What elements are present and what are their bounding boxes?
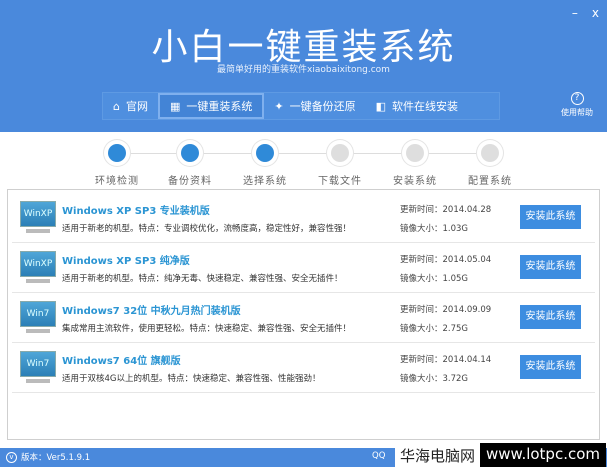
nav-backup[interactable]: ✦ 一键备份还原: [264, 93, 365, 119]
step-label: 安装系统: [393, 176, 437, 187]
bird-icon: ✦: [274, 99, 284, 113]
apps-icon: ◧: [375, 99, 387, 113]
image-size: 镜像大小：2.75G: [400, 324, 469, 334]
watermark-url: www.lotpc.com: [480, 443, 607, 467]
system-name[interactable]: Windows7 32位 中秋九月热门装机版: [62, 302, 241, 317]
watermark-text: 华海电脑网: [395, 443, 481, 467]
update-time: 更新时间：2014.04.14: [400, 355, 492, 365]
system-name[interactable]: Windows7 64位 旗舰版: [62, 352, 181, 367]
update-time: 更新时间：2014.04.28: [400, 205, 492, 215]
windows-icon: ▦: [169, 99, 181, 113]
system-row: Win7 Windows7 32位 中秋九月热门装机版 集成常用主流软件，使用更…: [12, 293, 595, 343]
step-label: 环境检测: [95, 176, 139, 187]
monitor-icon: WinXP: [20, 251, 56, 285]
image-size: 镜像大小：1.03G: [400, 224, 469, 234]
progress-steps: 环境检测 备份资料 选择系统 下载文件 安装系统 配置系统: [0, 140, 607, 188]
system-desc: 集成常用主流软件，使用更轻松。特点：快速稳定、兼容性强、安全无插件！: [62, 324, 352, 334]
qq-link[interactable]: QQ: [372, 451, 385, 461]
step-6: 配置系统: [460, 140, 520, 187]
system-desc: 适用于双核4G以上的机型。特点：快速稳定、兼容性强、性能强劲！: [62, 374, 321, 384]
nav-software[interactable]: ◧ 软件在线安装: [366, 93, 468, 119]
nav-home[interactable]: ⌂ 官网: [103, 93, 158, 119]
nav-reinstall[interactable]: ▦ 一键重装系统: [157, 93, 265, 119]
system-name[interactable]: Windows XP SP3 专业装机版: [62, 202, 210, 217]
home-icon: ⌂: [113, 99, 120, 113]
nav-label: 软件在线安装: [392, 100, 459, 113]
image-size: 镜像大小：1.05G: [400, 274, 469, 284]
system-desc: 适用于新老的机型。特点：纯净无毒、快速稳定、兼容性强、安全无插件！: [62, 274, 343, 284]
install-button[interactable]: 安装此系统: [520, 205, 581, 229]
install-button[interactable]: 安装此系统: [520, 255, 581, 279]
monitor-icon: Win7: [20, 301, 56, 335]
image-size: 镜像大小：3.72G: [400, 374, 469, 384]
step-4: 下载文件: [310, 140, 370, 187]
install-button[interactable]: 安装此系统: [520, 305, 581, 329]
system-list: WinXP Windows XP SP3 专业装机版 适用于新老的机型。特点：专…: [7, 189, 600, 440]
main-nav: ⌂ 官网 ▦ 一键重装系统 ✦ 一键备份还原 ◧ 软件在线安装: [102, 92, 500, 120]
system-row: WinXP Windows XP SP3 专业装机版 适用于新老的机型。特点：专…: [12, 193, 595, 243]
system-desc: 适用于新老的机型。特点：专业调校优化，流畅度高，稳定性好，兼容性强！: [62, 224, 352, 234]
step-1: 环境检测: [87, 140, 147, 187]
version-text: 版本：Ver5.1.9.1: [21, 453, 91, 463]
update-time: 更新时间：2014.09.09: [400, 305, 492, 315]
step-label: 配置系统: [468, 176, 512, 187]
app-subtitle: 最简单好用的重装软件xiaobaixitong.com: [217, 65, 390, 75]
step-label: 下载文件: [318, 176, 362, 187]
system-row: Win7 Windows7 64位 旗舰版 适用于双核4G以上的机型。特点：快速…: [12, 343, 595, 393]
watermark: 华海电脑网 www.lotpc.com: [395, 443, 607, 467]
version-icon: v: [6, 451, 17, 463]
help-icon: ?: [570, 92, 584, 105]
monitor-icon: Win7: [20, 351, 56, 385]
help-label: 使用帮助: [561, 108, 593, 117]
step-5: 安装系统: [385, 140, 445, 187]
nav-label: 一键重装系统: [186, 100, 253, 113]
help-button[interactable]: ? 使用帮助: [556, 92, 598, 118]
header: – x 小白一键重装系统 最简单好用的重装软件xiaobaixitong.com …: [0, 0, 607, 132]
install-button[interactable]: 安装此系统: [520, 355, 581, 379]
monitor-icon: WinXP: [20, 201, 56, 235]
step-label: 选择系统: [243, 176, 287, 187]
system-name[interactable]: Windows XP SP3 纯净版: [62, 252, 190, 267]
step-label: 备份资料: [168, 176, 212, 187]
system-row: WinXP Windows XP SP3 纯净版 适用于新老的机型。特点：纯净无…: [12, 243, 595, 293]
update-time: 更新时间：2014.05.04: [400, 255, 492, 265]
nav-label: 官网: [125, 100, 148, 113]
step-2: 备份资料: [160, 140, 220, 187]
step-3: 选择系统: [235, 140, 295, 187]
nav-label: 一键备份还原: [289, 100, 356, 113]
